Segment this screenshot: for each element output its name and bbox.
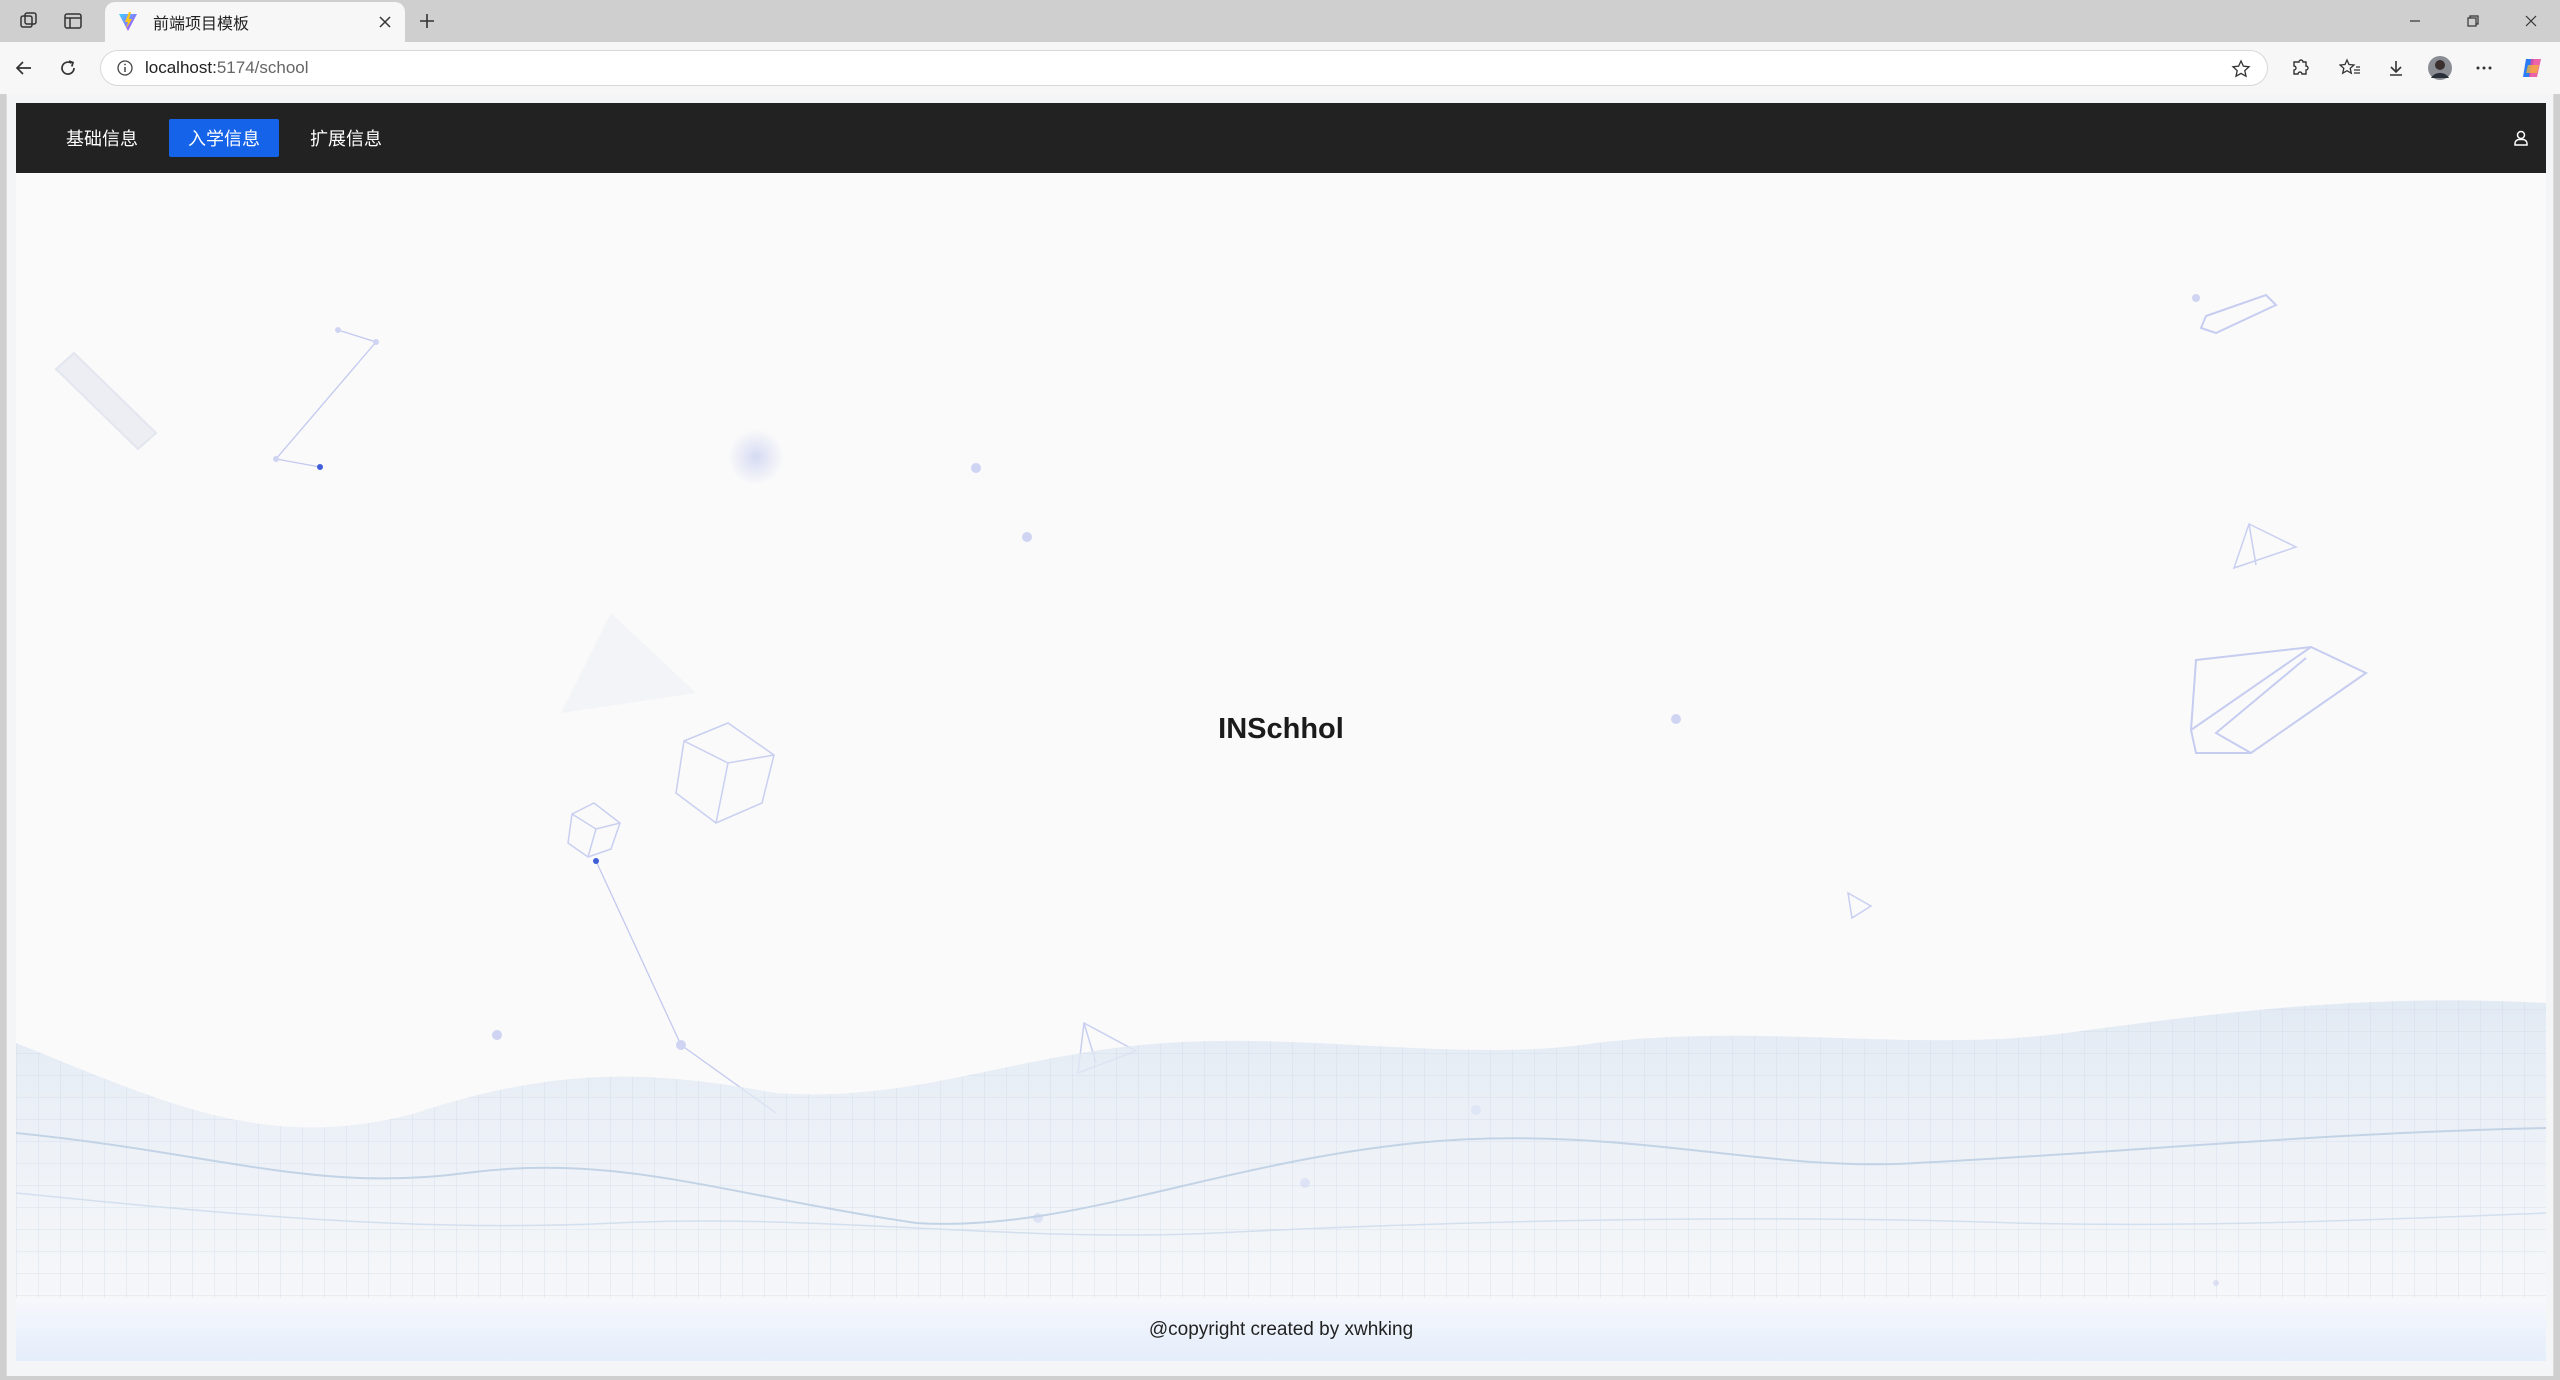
restore-icon[interactable] (2444, 0, 2502, 42)
more-menu-icon[interactable] (2466, 51, 2502, 85)
copilot-icon[interactable] (2514, 51, 2550, 85)
tab-title: 前端项目模板 (153, 16, 250, 33)
favorites-icon[interactable] (2332, 51, 2368, 85)
main-content: INSchhol (16, 173, 2546, 1298)
back-arrow-icon[interactable] (6, 51, 42, 85)
close-tab-icon[interactable] (369, 6, 401, 38)
reload-icon[interactable] (50, 51, 86, 85)
nav-item-extended-info[interactable]: 扩展信息 (291, 119, 401, 157)
tab-actions-icon[interactable] (56, 6, 90, 36)
pyramid-shapes-decoration (1077, 522, 2298, 1075)
url-text[interactable]: localhost:5174/school (145, 58, 309, 78)
url-path: 5174/school (216, 58, 309, 77)
minimize-icon[interactable] (2386, 0, 2444, 42)
url-host: localhost: (145, 58, 217, 77)
close-window-icon[interactable] (2502, 0, 2560, 42)
wave-landscape-decoration (16, 1000, 2546, 1298)
nav-item-enrollment-info[interactable]: 入学信息 (169, 119, 279, 157)
browser-titlebar: 前端项目模板 (0, 0, 2560, 42)
copyright-text: @copyright created by xwhking (1148, 1318, 1414, 1340)
new-tab-icon[interactable] (410, 4, 444, 38)
prism-shapes-decoration (2189, 293, 2368, 754)
site-info-icon[interactable] (105, 51, 145, 85)
user-icon[interactable] (2508, 125, 2534, 151)
nav-item-basic-info[interactable]: 基础信息 (47, 119, 157, 157)
extensions-icon[interactable] (2282, 51, 2318, 85)
browser-toolbar: localhost:5174/school (0, 42, 2560, 94)
bar-shape-decoration (54, 351, 158, 451)
profile-avatar-icon[interactable] (2422, 51, 2458, 85)
vite-favicon-icon (119, 12, 137, 31)
page-title: INSchhol (1218, 713, 1344, 745)
favorite-star-icon[interactable] (2225, 53, 2257, 85)
page-footer: @copyright created by xwhking (16, 1298, 2546, 1361)
app-root: 基础信息 入学信息 扩展信息 INSchhol @copyright creat… (16, 103, 2546, 1361)
browser-tab[interactable]: 前端项目模板 (105, 2, 405, 42)
page-viewport: 基础信息 入学信息 扩展信息 INSchhol @copyright creat… (6, 94, 2554, 1376)
downloads-icon[interactable] (2378, 51, 2414, 85)
workspaces-icon[interactable] (12, 6, 46, 36)
top-navbar: 基础信息 入学信息 扩展信息 (16, 103, 2546, 173)
address-bar[interactable]: localhost:5174/school (100, 50, 2268, 86)
